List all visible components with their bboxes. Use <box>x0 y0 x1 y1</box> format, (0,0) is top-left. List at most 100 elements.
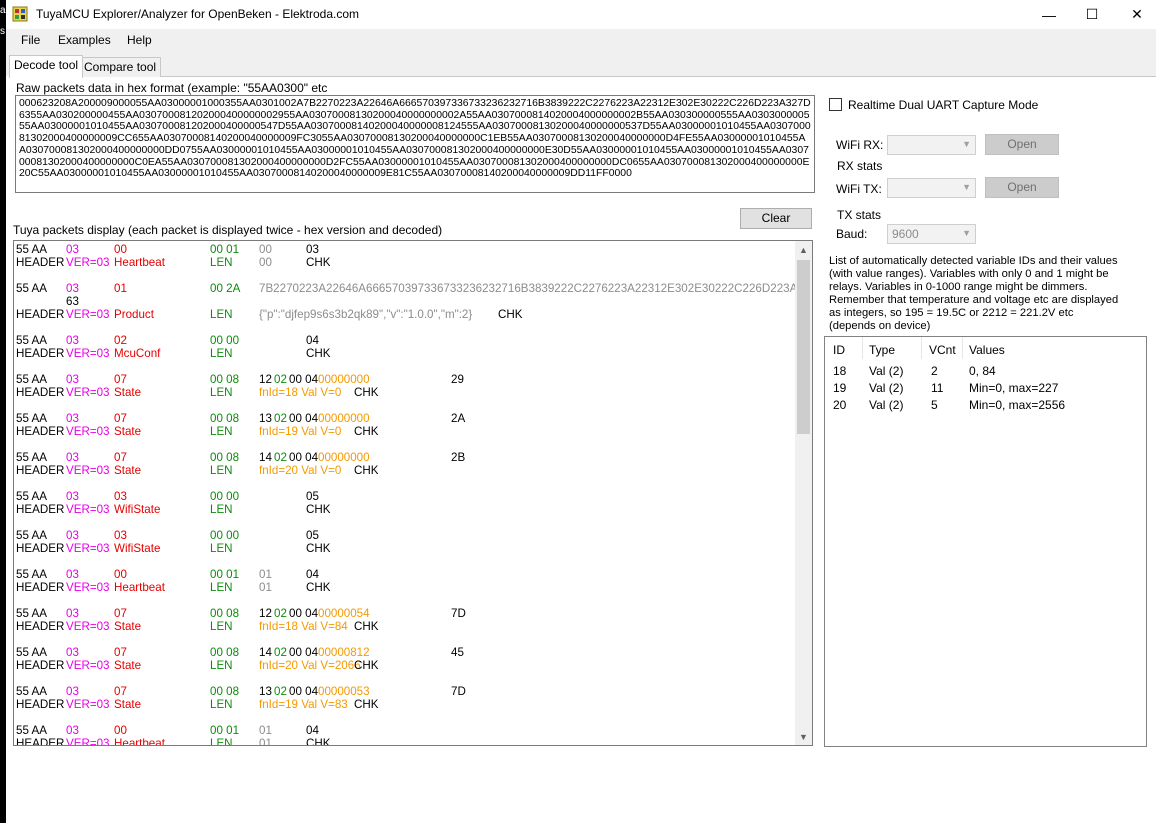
packet-list[interactable]: 55 AA 03 00 00 01 00 03 HEADER VER=03 Heartbeat L… <box>13 240 813 746</box>
packet-field: State <box>114 659 142 672</box>
packet-field: 00 00 <box>210 334 240 347</box>
column-divider <box>862 337 863 359</box>
tab-decode-tool[interactable]: Decode tool <box>9 55 84 78</box>
packet-field: 03 <box>66 685 79 698</box>
variables-description: List of automatically detected variable … <box>829 255 1119 332</box>
scroll-up-icon[interactable]: ▲ <box>795 241 812 258</box>
packet-field: 04 <box>306 568 319 581</box>
tab-compare-tool[interactable]: Compare tool <box>79 57 162 77</box>
packet-field: 03 <box>66 282 79 295</box>
menu-file[interactable]: File <box>21 33 40 47</box>
packet-field: LEN <box>210 256 233 269</box>
packet-field: CHK <box>354 659 379 672</box>
tab-strip <box>6 53 1156 76</box>
packet-field: HEADER <box>16 620 65 633</box>
packet-field: VER=03 <box>66 256 110 269</box>
packet-field: 7D <box>451 607 466 620</box>
packet-field: 00000000 <box>318 412 370 425</box>
packet-list-scrollbar[interactable]: ▲ ▼ <box>795 241 812 745</box>
packet-field: LEN <box>210 581 233 594</box>
menu-help[interactable]: Help <box>127 33 152 47</box>
row-type: Val (2) <box>869 364 904 378</box>
column-header-values[interactable]: Values <box>969 343 1005 357</box>
wifi-tx-open-button[interactable]: Open <box>985 177 1059 198</box>
variables-table[interactable]: ID Type VCnt Values 18 Val (2) 2 0, 84 1… <box>824 336 1147 747</box>
packet-field: 03 <box>66 334 79 347</box>
packets-display-label: Tuya packets display (each packet is dis… <box>13 223 443 237</box>
clear-button[interactable]: Clear <box>740 208 812 229</box>
packet-field: McuConf <box>114 347 161 360</box>
scroll-thumb[interactable] <box>797 260 810 434</box>
packet-field: 13 <box>259 685 272 698</box>
column-header-vcnt[interactable]: VCnt <box>929 343 956 357</box>
packet-field: 29 <box>451 373 464 386</box>
maximize-button[interactable]: ☐ <box>1069 0 1115 29</box>
packet-field: 01 <box>114 282 127 295</box>
packet-field: 55 AA <box>16 685 47 698</box>
packet-field: VER=03 <box>66 737 110 746</box>
packet-field: VER=03 <box>66 425 110 438</box>
packet-field: CHK <box>306 581 331 594</box>
wifi-rx-select[interactable]: ▼ <box>887 135 976 155</box>
packet-field: CHK <box>306 256 331 269</box>
packet-field: 00 <box>114 724 127 737</box>
packet-field: 55 AA <box>16 243 47 256</box>
packet-field: 03 <box>66 490 79 503</box>
packet-field: CHK <box>354 698 379 711</box>
wifi-rx-open-button[interactable]: Open <box>985 134 1059 155</box>
packet-field: VER=03 <box>66 581 110 594</box>
packet-field: VER=03 <box>66 503 110 516</box>
packet-field: 63 <box>66 295 79 308</box>
packet-field: CHK <box>354 425 379 438</box>
packet-field: 00 08 <box>210 373 240 386</box>
packet-field: VER=03 <box>66 620 110 633</box>
wifi-tx-select[interactable]: ▼ <box>887 178 976 198</box>
packet-field: 03 <box>66 412 79 425</box>
column-header-id[interactable]: ID <box>833 343 845 357</box>
packet-field: Product <box>114 308 154 321</box>
packet-field: LEN <box>210 503 233 516</box>
packet-field: 02 <box>274 646 287 659</box>
packet-field: 12 <box>259 607 272 620</box>
scroll-down-icon[interactable]: ▼ <box>795 728 812 745</box>
packet-field: 00 04 <box>289 373 319 386</box>
packet-field: State <box>114 698 142 711</box>
packet-field: 00 2A <box>210 282 241 295</box>
packet-field: State <box>114 425 142 438</box>
packet-field: 02 <box>274 373 287 386</box>
column-header-type[interactable]: Type <box>869 343 895 357</box>
packet-field: 55 AA <box>16 412 47 425</box>
packet-field: fnId=20 Val V=2066 <box>259 659 361 672</box>
close-button[interactable]: ✕ <box>1114 0 1156 29</box>
packet-field: State <box>114 386 142 399</box>
packet-field: HEADER <box>16 347 65 360</box>
packet-field: LEN <box>210 464 233 477</box>
row-values: 0, 84 <box>969 364 996 378</box>
packet-field: 02 <box>274 451 287 464</box>
raw-packets-textarea[interactable]: 000623208A200009000055AA03000001000355AA… <box>15 95 815 193</box>
raw-packets-label: Raw packets data in hex format (example:… <box>16 81 328 95</box>
baud-select[interactable]: 9600 ▼ <box>887 224 976 244</box>
packet-field: 03 <box>66 529 79 542</box>
realtime-capture-checkbox[interactable] <box>829 98 842 111</box>
packet-field: 55 AA <box>16 568 47 581</box>
packet-field: LEN <box>210 620 233 633</box>
app-icon <box>12 6 28 22</box>
minimize-button[interactable]: — <box>1026 0 1072 29</box>
packet-field: HEADER <box>16 542 65 555</box>
menu-examples[interactable]: Examples <box>58 33 111 47</box>
packet-field: State <box>114 464 142 477</box>
packet-field: LEN <box>210 698 233 711</box>
packet-field: 00 04 <box>289 685 319 698</box>
packet-field: State <box>114 620 142 633</box>
packet-field: 00 00 <box>210 529 240 542</box>
packet-field: 03 <box>66 451 79 464</box>
row-id: 18 <box>833 364 847 378</box>
packet-field: VER=03 <box>66 386 110 399</box>
packet-field: 55 AA <box>16 451 47 464</box>
packet-field: 00 00 <box>210 490 240 503</box>
packet-field: 03 <box>66 243 79 256</box>
packet-field: 01 <box>259 724 272 737</box>
packet-field: 07 <box>114 451 127 464</box>
packet-field: 00 <box>114 568 127 581</box>
